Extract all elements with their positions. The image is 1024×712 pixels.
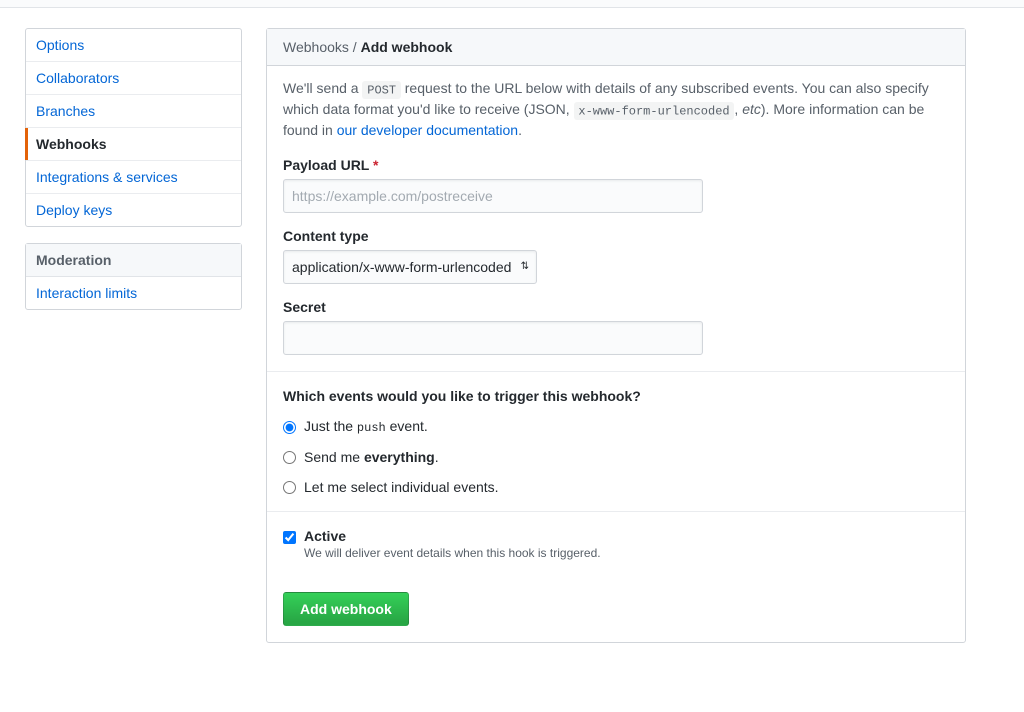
sidebar-item-interaction-limits[interactable]: Interaction limits: [26, 277, 241, 309]
sidebar-item-options[interactable]: Options: [26, 29, 241, 62]
content-type-group: Content type application/x-www-form-urle…: [283, 228, 949, 284]
breadcrumb-separator: /: [349, 39, 361, 55]
main-content: Webhooks / Add webhook We'll send a POST…: [266, 28, 966, 643]
event-radio-push-label: Just the push event.: [304, 418, 428, 435]
events-heading: Which events would you like to trigger t…: [283, 388, 949, 404]
payload-url-group: Payload URL *: [283, 157, 949, 213]
sidebar-item-deploy-keys[interactable]: Deploy keys: [26, 194, 241, 226]
event-radio-everything-input[interactable]: [283, 451, 296, 464]
submit-section: Add webhook: [267, 576, 965, 642]
content-type-label: Content type: [283, 228, 949, 244]
event-radio-everything[interactable]: Send me everything.: [283, 449, 949, 465]
content-type-select-wrapper: application/x-www-form-urlencoded ⇅: [283, 250, 537, 284]
payload-url-input[interactable]: [283, 179, 703, 213]
page-container: Options Collaborators Branches Webhooks …: [0, 8, 1024, 663]
secret-group: Secret: [283, 299, 949, 355]
secret-input[interactable]: [283, 321, 703, 355]
developer-docs-link[interactable]: our developer documentation: [337, 122, 518, 138]
event-push-code: push: [357, 421, 386, 435]
payload-url-label-text: Payload URL: [283, 157, 369, 173]
active-content: Active We will deliver event details whe…: [304, 528, 949, 560]
settings-sidebar: Options Collaborators Branches Webhooks …: [25, 28, 242, 643]
sidebar-item-integrations[interactable]: Integrations & services: [26, 161, 241, 194]
active-note: We will deliver event details when this …: [304, 546, 949, 560]
event-radio-everything-label: Send me everything.: [304, 449, 439, 465]
active-label: Active: [304, 528, 346, 544]
event-radio-individual-input[interactable]: [283, 481, 296, 494]
moderation-heading: Moderation: [26, 244, 241, 277]
sidebar-item-webhooks[interactable]: Webhooks: [26, 128, 241, 161]
event-everything-strong: everything: [364, 449, 435, 465]
webhook-box: Webhooks / Add webhook We'll send a POST…: [266, 28, 966, 643]
event-radio-push[interactable]: Just the push event.: [283, 418, 949, 435]
add-webhook-button[interactable]: Add webhook: [283, 592, 409, 626]
event-radio-individual-label: Let me select individual events.: [304, 479, 499, 495]
payload-url-label: Payload URL *: [283, 157, 949, 173]
required-asterisk: *: [373, 157, 378, 173]
event-push-pre: Just the: [304, 418, 357, 434]
breadcrumb: Webhooks / Add webhook: [267, 29, 965, 66]
intro-part5: .: [518, 122, 522, 138]
settings-menu: Options Collaborators Branches Webhooks …: [25, 28, 242, 227]
active-section: Active We will deliver event details whe…: [267, 511, 965, 576]
event-everything-post: .: [435, 449, 439, 465]
active-checkbox-item[interactable]: Active We will deliver event details whe…: [283, 528, 949, 560]
content-type-select[interactable]: application/x-www-form-urlencoded: [283, 250, 537, 284]
intro-etc: etc: [742, 101, 761, 117]
intro-text: We'll send a POST request to the URL bel…: [267, 66, 965, 157]
sidebar-item-collaborators[interactable]: Collaborators: [26, 62, 241, 95]
sidebar-item-branches[interactable]: Branches: [26, 95, 241, 128]
moderation-menu: Moderation Interaction limits: [25, 243, 242, 310]
event-push-post: event.: [386, 418, 428, 434]
top-bar: [0, 0, 1024, 8]
events-section: Which events would you like to trigger t…: [267, 371, 965, 511]
secret-label: Secret: [283, 299, 949, 315]
intro-part1: We'll send a: [283, 80, 362, 96]
event-radio-individual[interactable]: Let me select individual events.: [283, 479, 949, 495]
breadcrumb-parent: Webhooks: [283, 39, 349, 55]
active-checkbox[interactable]: [283, 531, 296, 544]
intro-code-post: POST: [362, 81, 400, 100]
event-everything-pre: Send me: [304, 449, 364, 465]
breadcrumb-current: Add webhook: [361, 39, 453, 55]
event-radio-push-input[interactable]: [283, 421, 296, 434]
form-section-main: Payload URL * Content type application/x…: [267, 157, 965, 371]
intro-code-urlencoded: x-www-form-urlencoded: [574, 102, 735, 121]
